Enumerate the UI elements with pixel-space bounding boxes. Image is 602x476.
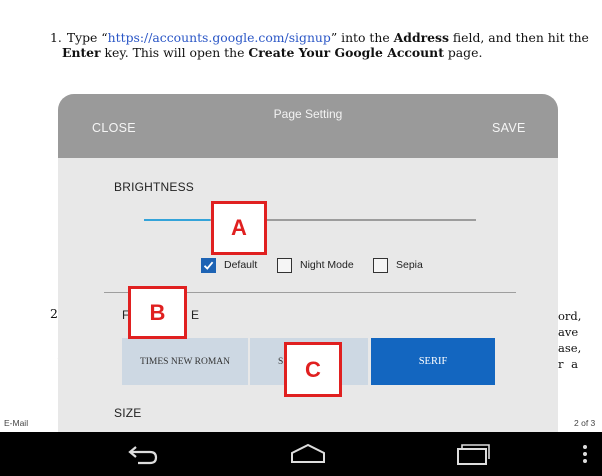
font-option-serif[interactable]: SERIF — [371, 338, 495, 385]
sepia-checkbox[interactable] — [373, 257, 388, 273]
font-option-label: TIMES NEW ROMAN — [139, 356, 231, 367]
mode-option-sepia[interactable]: Sepia — [373, 257, 423, 273]
signup-link[interactable]: https://accounts.google.com/signup — [108, 30, 331, 45]
footer-title: E-Mail — [4, 418, 29, 428]
page-counter: 2 of 3 — [574, 418, 596, 428]
text-fragment: ase, — [558, 341, 582, 355]
default-checkbox[interactable] — [201, 257, 216, 273]
navigation-bar — [0, 432, 602, 476]
save-button[interactable]: SAVE — [492, 121, 526, 135]
mode-option-label: Default — [224, 259, 258, 271]
step-1-text: 1. Type “https://accounts.google.com/sign… — [50, 30, 589, 60]
callout-a: A — [211, 201, 267, 255]
night-mode-checkbox[interactable] — [277, 257, 292, 273]
dialog-header: Page Setting CLOSE SAVE — [58, 94, 558, 158]
text-fragment: ave — [558, 325, 579, 339]
mode-option-default[interactable]: Default — [201, 257, 257, 273]
mode-option-label: Night Mode — [300, 259, 354, 271]
callout-c: C — [284, 342, 342, 397]
brightness-slider-fill — [144, 219, 211, 221]
dialog-title: Page Setting — [273, 107, 343, 121]
home-icon[interactable] — [289, 442, 327, 466]
text-fragment: r a — [558, 357, 581, 371]
mode-option-night[interactable]: Night Mode — [277, 257, 354, 273]
mode-option-label: Sepia — [396, 259, 423, 271]
recent-apps-icon[interactable] — [456, 442, 490, 466]
size-label: SIZE — [114, 406, 142, 420]
close-button[interactable]: CLOSE — [92, 121, 136, 135]
brightness-slider[interactable] — [144, 219, 476, 221]
text-fragment: ord, — [558, 309, 582, 323]
checkmark-icon — [203, 261, 214, 270]
brightness-label: BRIGHTNESS — [114, 180, 195, 194]
back-icon[interactable] — [126, 442, 160, 466]
font-label-end: E — [191, 308, 200, 322]
callout-b: B — [128, 286, 187, 339]
font-option-times-new-roman[interactable]: TIMES NEW ROMAN — [122, 338, 248, 385]
font-option-label: SERIF — [418, 356, 448, 367]
font-option-label: S — [278, 356, 284, 367]
step-1-number: 1. — [50, 30, 62, 45]
overflow-menu-icon[interactable] — [580, 442, 590, 466]
